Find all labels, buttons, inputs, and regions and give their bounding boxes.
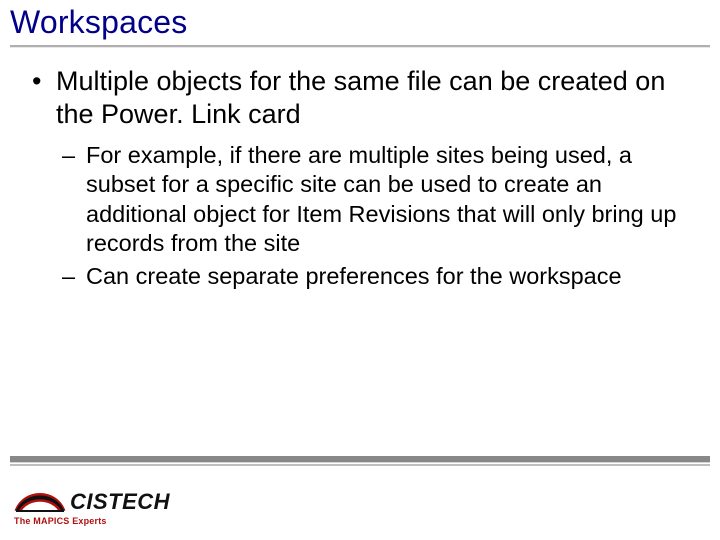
- bullet-sub-2-text: Can create separate preferences for the …: [86, 263, 622, 289]
- logo-name: CISTECH: [70, 489, 170, 515]
- slide-title: Workspaces: [10, 4, 710, 41]
- logo-arc-icon: [14, 485, 66, 515]
- footer-divider-thick: [10, 456, 710, 462]
- bullet-sub-2: Can create separate preferences for the …: [56, 262, 692, 291]
- bullet-sub-1-text: For example, if there are multiple sites…: [86, 142, 676, 256]
- logo: CISTECH The MAPICS Experts: [14, 485, 174, 526]
- bullet-list-level1: Multiple objects for the same file can b…: [28, 65, 692, 292]
- footer-divider-thin: [10, 464, 710, 466]
- slide: Workspaces Multiple objects for the same…: [0, 0, 720, 540]
- bullet-main: Multiple objects for the same file can b…: [28, 65, 692, 292]
- bullet-sub-1: For example, if there are multiple sites…: [56, 141, 692, 259]
- bullet-main-text: Multiple objects for the same file can b…: [56, 66, 665, 129]
- title-wrap: Workspaces: [0, 0, 720, 41]
- logo-top: CISTECH: [14, 485, 174, 515]
- footer-divider: [10, 456, 710, 466]
- logo-tagline: The MAPICS Experts: [14, 516, 174, 526]
- slide-body: Multiple objects for the same file can b…: [0, 47, 720, 292]
- bullet-list-level2: For example, if there are multiple sites…: [56, 141, 692, 292]
